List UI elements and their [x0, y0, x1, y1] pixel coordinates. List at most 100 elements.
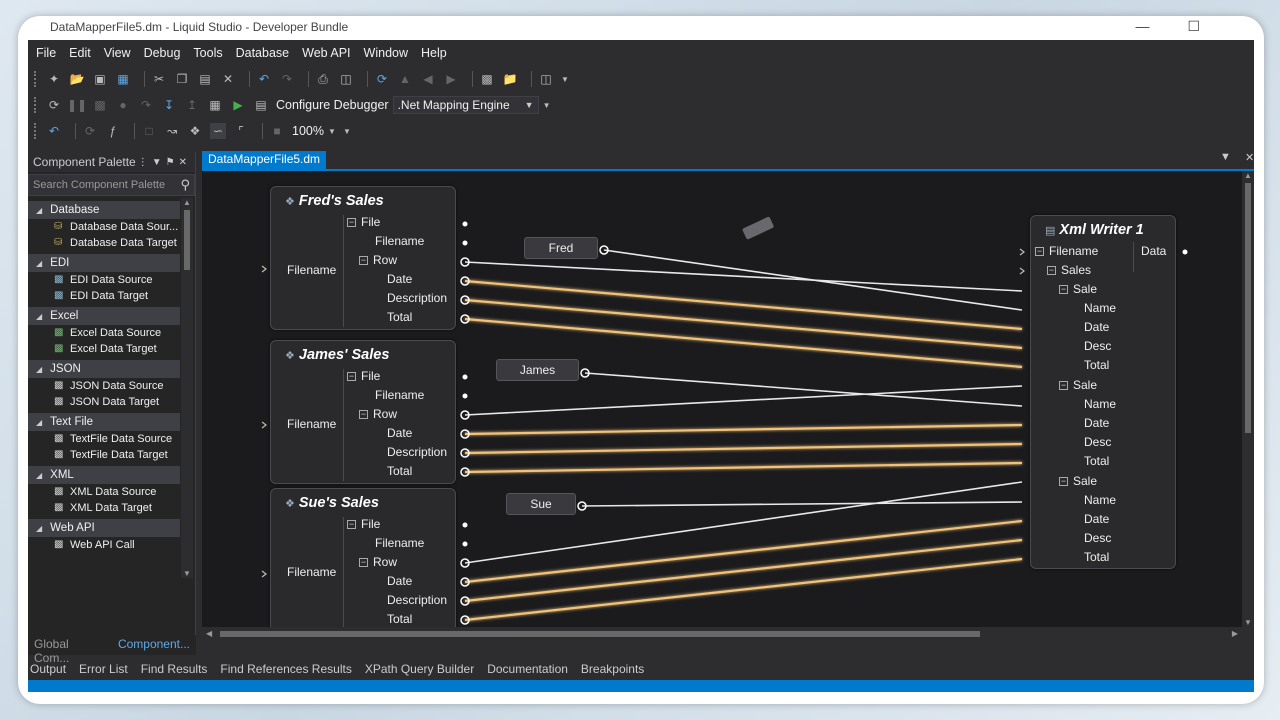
chevron-down-icon[interactable]: ▼ [328, 123, 336, 139]
scroll-thumb[interactable] [220, 631, 980, 637]
scroll-right-icon[interactable]: ▶ [1232, 629, 1238, 638]
print-icon[interactable]: ⎙ [315, 71, 331, 87]
zoom-icon[interactable]: ■ [269, 123, 285, 139]
minimize-icon[interactable]: — [1136, 18, 1150, 34]
palette-category-text-file[interactable]: ◢ Text File [28, 413, 180, 431]
tab-component-palette[interactable]: Component... [111, 635, 196, 655]
line-orthogonal-icon[interactable]: ⌜ [233, 123, 249, 139]
tab-output[interactable]: Output [28, 662, 66, 676]
field-date[interactable]: Date [1084, 416, 1109, 430]
palette-category-xml[interactable]: ◢ XML [28, 466, 180, 484]
sync-icon[interactable]: ⟳ [82, 123, 98, 139]
align-icon[interactable]: ❖ [187, 123, 203, 139]
palette-item[interactable]: ▩ JSON Data Source [28, 378, 180, 394]
palette-category-web-api[interactable]: ◢ Web API [28, 519, 180, 537]
screen-icon[interactable]: ▩ [479, 71, 495, 87]
mapping-engine-select[interactable]: .Net Mapping Engine ▼ [392, 96, 539, 114]
tab-documentation[interactable]: Documentation [485, 662, 568, 676]
palette-item[interactable]: ▩ EDI Data Source [28, 272, 180, 288]
maximize-icon[interactable]: ☐ [1187, 18, 1200, 34]
tab-datamapperfile5[interactable]: DataMapperFile5.dm [202, 151, 327, 169]
palette-item[interactable]: ▩ Excel Data Source [28, 325, 180, 341]
field-total[interactable]: Total [1084, 454, 1109, 468]
collapse-icon[interactable]: − [1059, 284, 1068, 294]
palette-item[interactable]: ▩ Web API Call [28, 537, 180, 553]
palette-scrollbar[interactable]: ▲ ▼ [181, 198, 193, 578]
function-icon[interactable]: ƒ [105, 123, 121, 139]
run-icon[interactable]: ▶ [230, 97, 246, 113]
palette-item[interactable]: ▩ JSON Data Target [28, 394, 180, 410]
palette-item[interactable]: ⛁ Database Data Target [28, 235, 180, 251]
menu-web-api[interactable]: Web API [302, 46, 350, 60]
configure-debugger-button[interactable]: Configure Debugger [276, 98, 389, 112]
toolbar-overflow-icon[interactable]: ▼ [343, 123, 351, 139]
canvas-horizontal-scrollbar[interactable]: ◀ ▶ [202, 627, 1242, 641]
toolbar-overflow-icon[interactable]: ▼ [543, 97, 551, 113]
drag-grip-icon[interactable]: ⋮ [138, 157, 152, 168]
pin-icon[interactable]: ⚑ [166, 157, 179, 168]
close-icon[interactable]: ✕ [1245, 151, 1254, 164]
palette-category-json[interactable]: ◢ JSON [28, 360, 180, 378]
scroll-down-icon[interactable]: ▼ [183, 569, 191, 578]
new-file-icon[interactable]: ✦ [46, 71, 62, 87]
menu-database[interactable]: Database [236, 46, 290, 60]
delete-icon[interactable]: ✕ [220, 71, 236, 87]
field-sale[interactable]: − Sale [1059, 282, 1097, 296]
field-filename[interactable]: − Filename [1035, 244, 1098, 258]
palette-item[interactable]: ▩ XML Data Target [28, 500, 180, 516]
palette-item[interactable]: ▩ EDI Data Target [28, 288, 180, 304]
menu-help[interactable]: Help [421, 46, 447, 60]
collapse-icon[interactable]: − [1047, 265, 1056, 275]
palette-item[interactable]: ⛁ Database Data Sour... [28, 219, 180, 235]
copy-icon[interactable]: ❐ [174, 71, 190, 87]
palette-item[interactable]: ▩ XML Data Source [28, 484, 180, 500]
palette-search-input[interactable]: Search Component Palette ⚲ [28, 174, 195, 196]
target-node-xml-writer[interactable]: ▤ Xml Writer 1 Data − Filename − Sales − Sal… [1030, 215, 1176, 569]
undo-icon[interactable]: ↶ [256, 71, 272, 87]
paste-icon[interactable]: ▤ [197, 71, 213, 87]
tab-find-references-results[interactable]: Find References Results [218, 662, 351, 676]
tab-error-list[interactable]: Error List [77, 662, 128, 676]
field-name[interactable]: Name [1084, 301, 1116, 315]
collapse-icon[interactable]: − [1035, 246, 1044, 256]
field-sale[interactable]: − Sale [1059, 474, 1097, 488]
field-total[interactable]: Total [1084, 550, 1109, 564]
pause-icon[interactable]: ❚❚ [67, 97, 87, 113]
palette-category-edi[interactable]: ◢ EDI [28, 254, 180, 272]
chevron-down-icon[interactable]: ▼ [152, 157, 166, 168]
field-name[interactable]: Name [1084, 493, 1116, 507]
canvas-vertical-scrollbar[interactable]: ▲ ▼ [1242, 171, 1254, 627]
forward-icon[interactable]: ▶ [443, 71, 459, 87]
scroll-down-icon[interactable]: ▼ [1244, 618, 1252, 627]
field-desc[interactable]: Desc [1084, 531, 1111, 545]
connect-icon[interactable]: ↝ [164, 123, 180, 139]
tab-global-components[interactable]: Global Com... [28, 635, 112, 665]
scroll-thumb[interactable] [1245, 183, 1251, 433]
open-folder-icon[interactable]: 📂 [69, 71, 85, 87]
stop-window-icon[interactable]: ▩ [92, 97, 108, 113]
field-name[interactable]: Name [1084, 397, 1116, 411]
field-date[interactable]: Date [1084, 320, 1109, 334]
toolbar-overflow-icon[interactable]: ▼ [561, 71, 569, 87]
print-preview-icon[interactable]: ◫ [338, 71, 354, 87]
tab-xpath-query-builder[interactable]: XPath Query Builder [363, 662, 474, 676]
mapper-canvas[interactable]: ❖ Fred's Sales Filename − File Filename − R… [202, 171, 1242, 627]
line-curved-icon[interactable]: ∽ [210, 123, 226, 139]
select-icon[interactable]: □ [141, 123, 157, 139]
refresh-icon[interactable]: ⟳ [374, 71, 390, 87]
palette-category-excel[interactable]: ◢ Excel [28, 307, 180, 325]
close-icon[interactable]: ✕ [179, 157, 191, 168]
redo-icon[interactable]: ↷ [279, 71, 295, 87]
palette-item[interactable]: ▩ Excel Data Target [28, 341, 180, 357]
collapse-icon[interactable]: − [1059, 380, 1068, 390]
field-desc[interactable]: Desc [1084, 339, 1111, 353]
step-out-icon[interactable]: ↥ [184, 97, 200, 113]
field-desc[interactable]: Desc [1084, 435, 1111, 449]
scroll-thumb[interactable] [184, 210, 190, 270]
data-output-port[interactable]: Data [1141, 244, 1166, 258]
save-all-icon[interactable]: ▦ [115, 71, 131, 87]
palette-item[interactable]: ▩ TextFile Data Target [28, 447, 180, 463]
menu-file[interactable]: File [36, 46, 56, 60]
menu-edit[interactable]: Edit [69, 46, 91, 60]
validate-icon[interactable]: ↶ [46, 123, 62, 139]
